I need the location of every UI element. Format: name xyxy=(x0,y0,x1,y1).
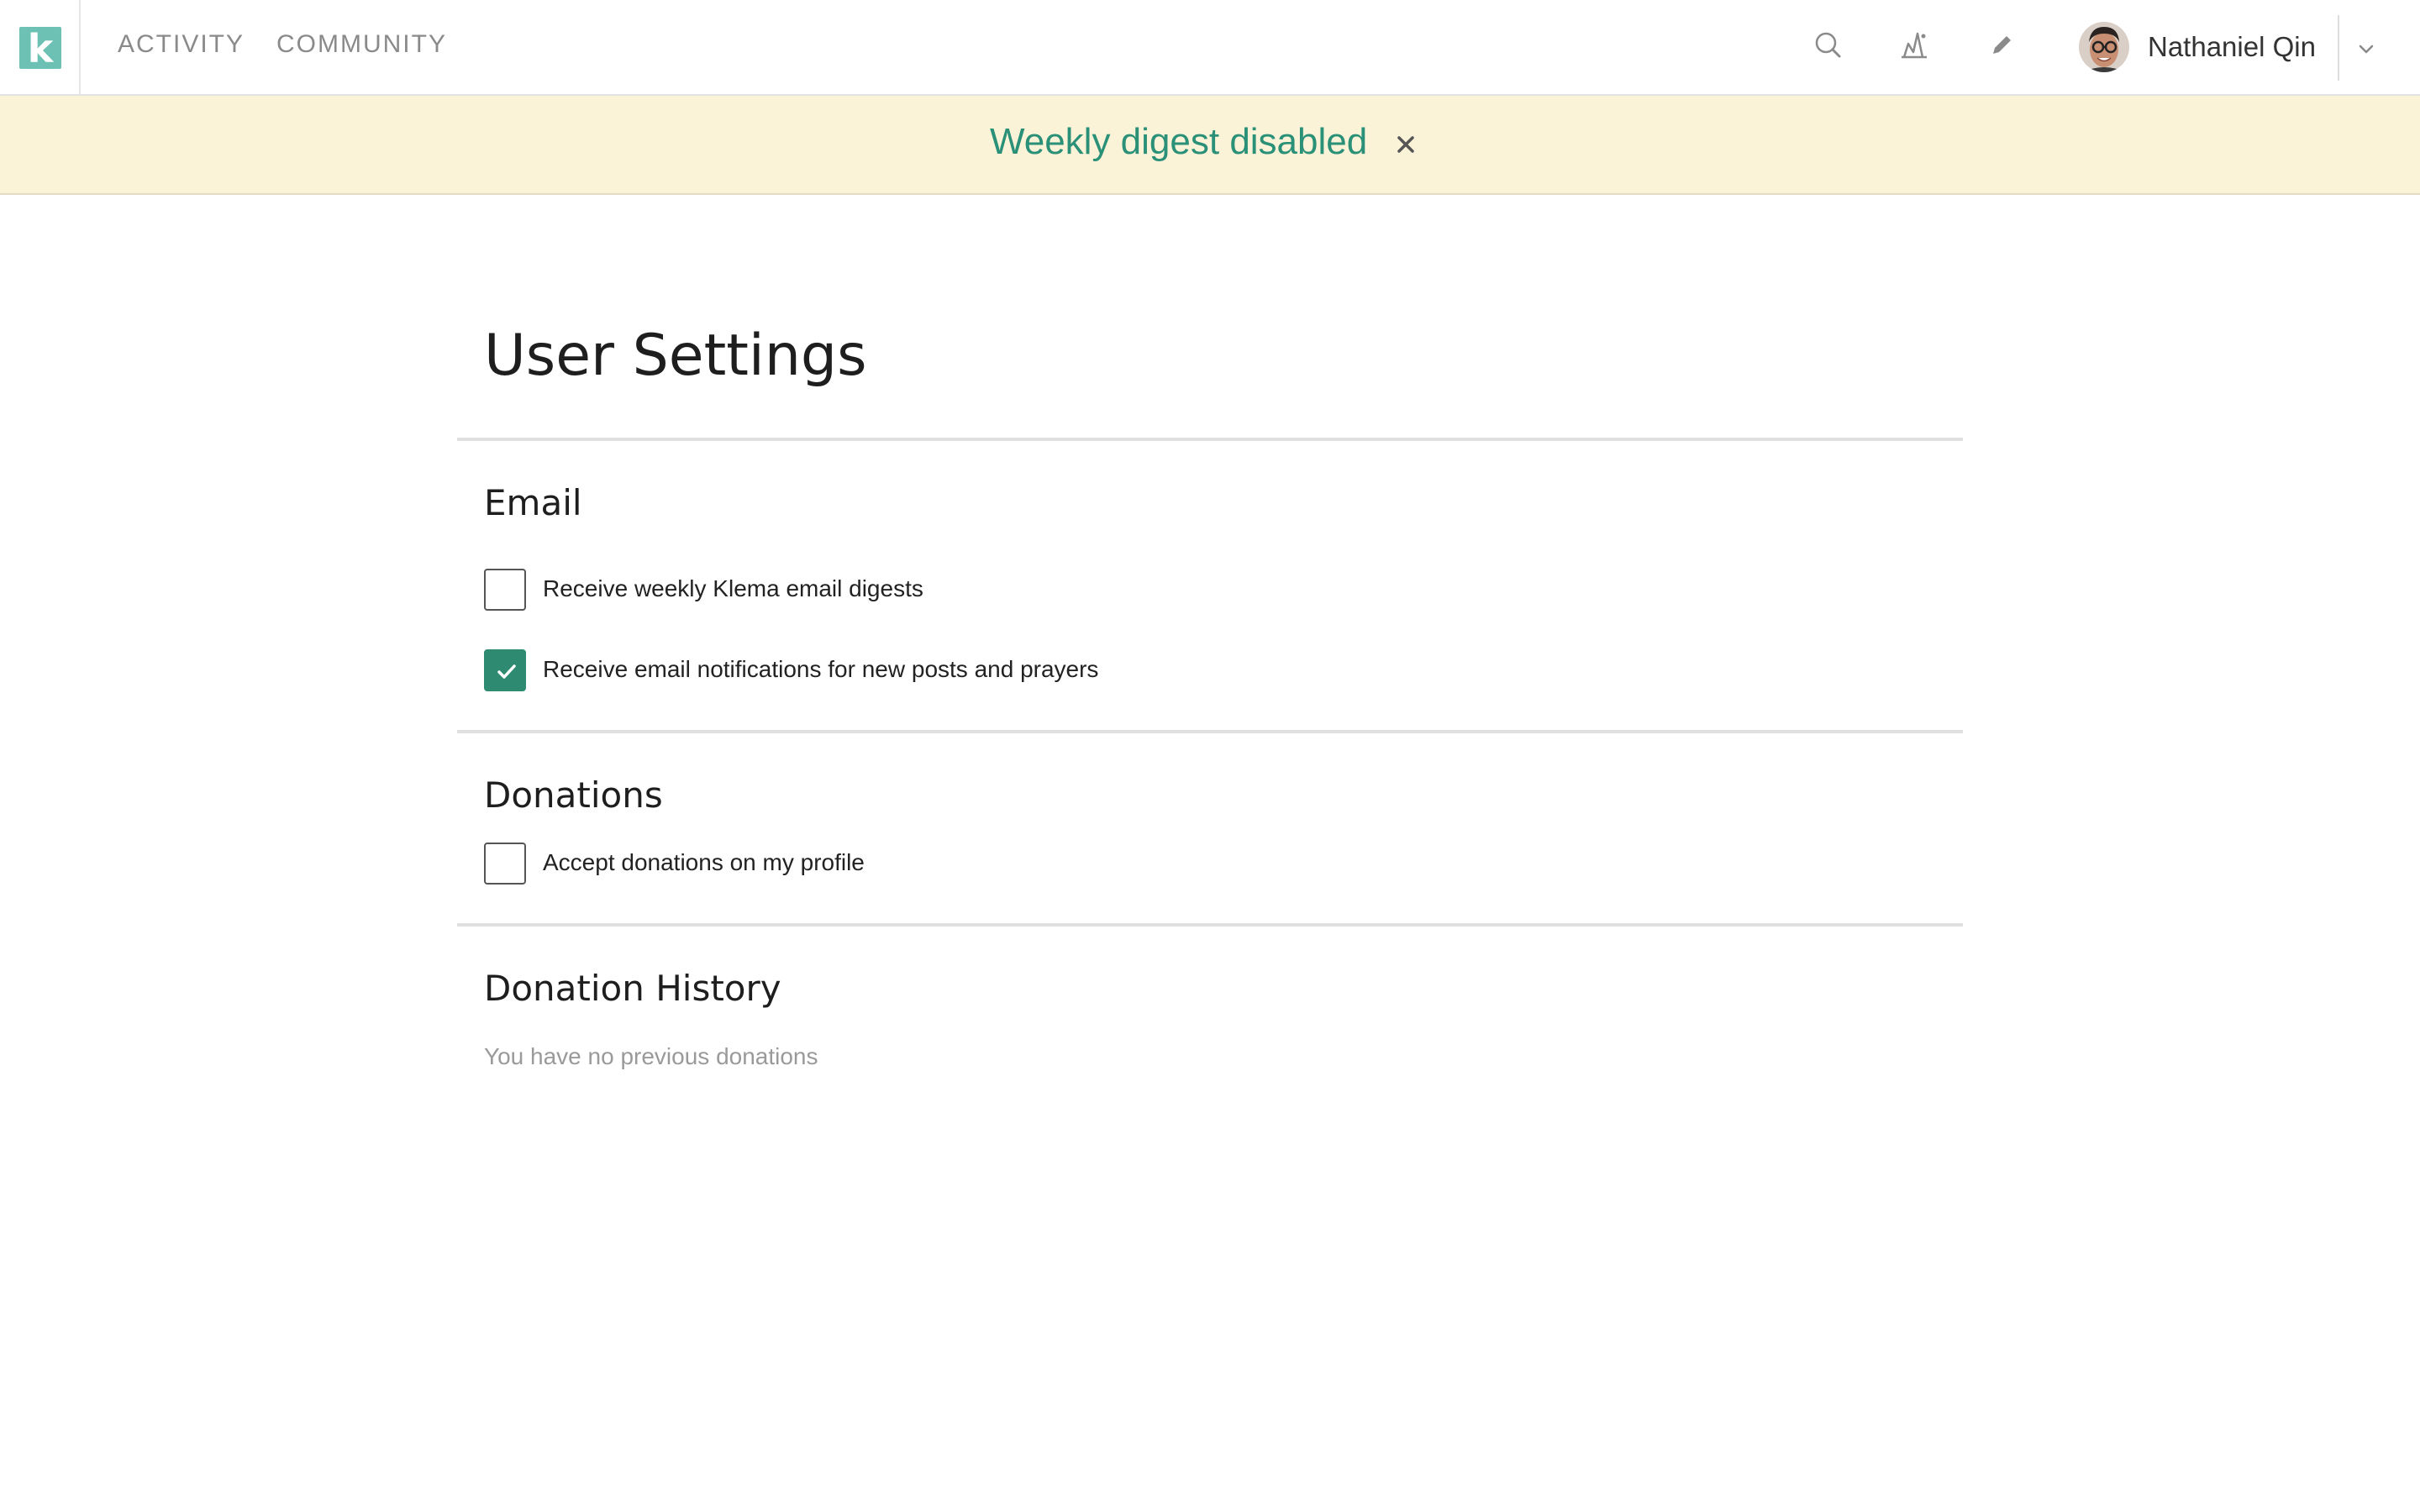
section-title-donation-history: Donation History xyxy=(484,968,781,1009)
user-name[interactable]: Nathaniel Qin xyxy=(2148,31,2316,63)
top-navigation-bar: k ACTIVITY COMMUNITY Nathaniel Qin xyxy=(0,0,2420,96)
close-icon[interactable] xyxy=(1391,129,1421,160)
user-avatar[interactable] xyxy=(2079,22,2129,72)
section-divider xyxy=(457,438,1963,441)
logo-cell[interactable]: k xyxy=(0,0,81,94)
empty-donations-message: You have no previous donations xyxy=(484,1043,818,1069)
section-divider xyxy=(457,730,1963,733)
email-notifications-label: Receive email notifications for new post… xyxy=(543,656,1099,682)
weekly-digest-label: Receive weekly Klema email digests xyxy=(543,575,923,601)
section-divider xyxy=(457,923,1963,927)
pencil-icon[interactable] xyxy=(1985,29,2018,62)
section-title-email: Email xyxy=(484,482,582,523)
flash-banner: Weekly digest disabled xyxy=(0,96,2420,195)
accept-donations-checkbox[interactable] xyxy=(484,843,526,885)
section-title-donations: Donations xyxy=(484,774,663,816)
search-icon[interactable] xyxy=(1812,29,1845,62)
menu-divider xyxy=(2338,15,2339,81)
weekly-digest-checkbox[interactable] xyxy=(484,569,526,611)
flash-message: Weekly digest disabled xyxy=(990,121,1368,162)
accept-donations-label: Accept donations on my profile xyxy=(543,849,865,875)
chevron-down-icon[interactable] xyxy=(2351,34,2381,64)
klema-logo[interactable]: k xyxy=(19,27,61,71)
page-title: User Settings xyxy=(484,323,867,389)
chart-icon[interactable] xyxy=(1897,29,1931,62)
nav-activity[interactable]: ACTIVITY xyxy=(118,30,245,59)
checkmark-icon xyxy=(497,664,516,679)
nav-community[interactable]: COMMUNITY xyxy=(276,30,447,59)
email-notifications-checkbox[interactable] xyxy=(484,649,526,691)
